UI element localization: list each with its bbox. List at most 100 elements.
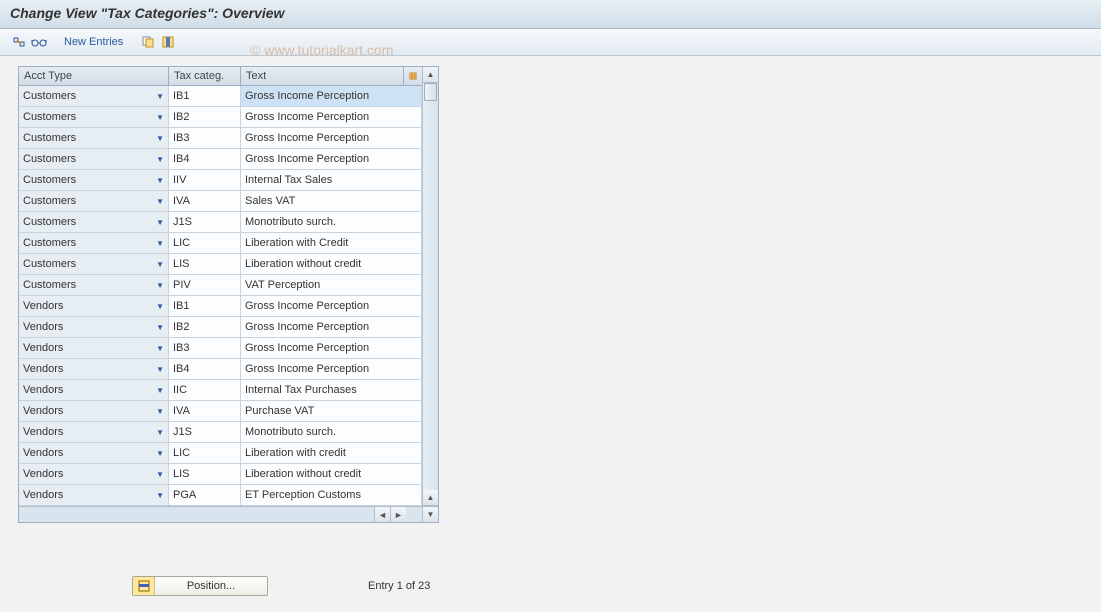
- chevron-down-icon[interactable]: ▼: [156, 323, 164, 332]
- tax-categ-cell[interactable]: PGA: [169, 485, 241, 505]
- acct-type-cell[interactable]: Vendors▼: [19, 338, 169, 358]
- toggle-icon[interactable]: [10, 33, 28, 51]
- table-row[interactable]: Customers▼LISLiberation without credit: [19, 254, 422, 275]
- col-header-text[interactable]: Text: [241, 67, 404, 85]
- chevron-down-icon[interactable]: ▼: [156, 365, 164, 374]
- text-cell[interactable]: Monotributo surch.: [241, 212, 422, 232]
- table-row[interactable]: Customers▼PIVVAT Perception: [19, 275, 422, 296]
- text-cell[interactable]: Liberation without credit: [241, 254, 422, 274]
- acct-type-cell[interactable]: Customers▼: [19, 275, 169, 295]
- scroll-left-icon[interactable]: ◄: [374, 507, 390, 522]
- chevron-down-icon[interactable]: ▼: [156, 155, 164, 164]
- chevron-down-icon[interactable]: ▼: [156, 386, 164, 395]
- chevron-down-icon[interactable]: ▼: [156, 449, 164, 458]
- text-cell[interactable]: Internal Tax Purchases: [241, 380, 422, 400]
- tax-categ-cell[interactable]: IB3: [169, 128, 241, 148]
- chevron-down-icon[interactable]: ▼: [156, 470, 164, 479]
- acct-type-cell[interactable]: Customers▼: [19, 170, 169, 190]
- position-button[interactable]: Position...: [132, 576, 268, 596]
- tax-categ-cell[interactable]: LIS: [169, 254, 241, 274]
- table-row[interactable]: Customers▼IB2Gross Income Perception: [19, 107, 422, 128]
- text-cell[interactable]: Internal Tax Sales: [241, 170, 422, 190]
- table-row[interactable]: Vendors▼J1SMonotributo surch.: [19, 422, 422, 443]
- acct-type-cell[interactable]: Vendors▼: [19, 464, 169, 484]
- text-cell[interactable]: Gross Income Perception: [241, 107, 422, 127]
- acct-type-cell[interactable]: Vendors▼: [19, 485, 169, 505]
- chevron-down-icon[interactable]: ▼: [156, 134, 164, 143]
- tax-categ-cell[interactable]: IVA: [169, 401, 241, 421]
- tax-categ-cell[interactable]: IB1: [169, 296, 241, 316]
- acct-type-cell[interactable]: Customers▼: [19, 128, 169, 148]
- acct-type-cell[interactable]: Customers▼: [19, 233, 169, 253]
- acct-type-cell[interactable]: Customers▼: [19, 191, 169, 211]
- tax-categ-cell[interactable]: J1S: [169, 422, 241, 442]
- chevron-down-icon[interactable]: ▼: [156, 428, 164, 437]
- copy-icon[interactable]: [139, 33, 157, 51]
- configure-columns-icon[interactable]: [404, 67, 422, 85]
- table-row[interactable]: Customers▼J1SMonotributo surch.: [19, 212, 422, 233]
- tax-categ-cell[interactable]: LIS: [169, 464, 241, 484]
- acct-type-cell[interactable]: Customers▼: [19, 86, 169, 106]
- chevron-down-icon[interactable]: ▼: [156, 260, 164, 269]
- text-cell[interactable]: Gross Income Perception: [241, 296, 422, 316]
- chevron-down-icon[interactable]: ▼: [156, 407, 164, 416]
- text-cell[interactable]: Liberation with Credit: [241, 233, 422, 253]
- tax-categ-cell[interactable]: LIC: [169, 233, 241, 253]
- chevron-down-icon[interactable]: ▼: [156, 491, 164, 500]
- table-row[interactable]: Vendors▼PGAET Perception Customs: [19, 485, 422, 506]
- tax-categ-cell[interactable]: LIC: [169, 443, 241, 463]
- tax-categ-cell[interactable]: IIC: [169, 380, 241, 400]
- table-row[interactable]: Vendors▼IVAPurchase VAT: [19, 401, 422, 422]
- glasses-icon[interactable]: [30, 33, 48, 51]
- text-cell[interactable]: Gross Income Perception: [241, 149, 422, 169]
- scroll-up-icon[interactable]: ▲: [423, 67, 438, 83]
- table-row[interactable]: Vendors▼IB4Gross Income Perception: [19, 359, 422, 380]
- tax-categ-cell[interactable]: IIV: [169, 170, 241, 190]
- acct-type-cell[interactable]: Customers▼: [19, 107, 169, 127]
- chevron-down-icon[interactable]: ▼: [156, 113, 164, 122]
- scroll-thumb[interactable]: [424, 83, 437, 101]
- table-row[interactable]: Vendors▼LICLiberation with credit: [19, 443, 422, 464]
- tax-categ-cell[interactable]: IB4: [169, 359, 241, 379]
- text-cell[interactable]: VAT Perception: [241, 275, 422, 295]
- text-cell[interactable]: Gross Income Perception: [241, 338, 422, 358]
- tax-categ-cell[interactable]: PIV: [169, 275, 241, 295]
- table-row[interactable]: Vendors▼IICInternal Tax Purchases: [19, 380, 422, 401]
- acct-type-cell[interactable]: Vendors▼: [19, 443, 169, 463]
- col-header-acct-type[interactable]: Acct Type: [19, 67, 169, 85]
- acct-type-cell[interactable]: Vendors▼: [19, 296, 169, 316]
- text-cell[interactable]: Gross Income Perception: [241, 86, 422, 106]
- tax-categ-cell[interactable]: IB3: [169, 338, 241, 358]
- table-row[interactable]: Customers▼IB3Gross Income Perception: [19, 128, 422, 149]
- text-cell[interactable]: Liberation without credit: [241, 464, 422, 484]
- chevron-down-icon[interactable]: ▼: [156, 281, 164, 290]
- table-row[interactable]: Customers▼IVASales VAT: [19, 191, 422, 212]
- chevron-down-icon[interactable]: ▼: [156, 92, 164, 101]
- tax-categ-cell[interactable]: J1S: [169, 212, 241, 232]
- scroll-up-page-icon[interactable]: ▲: [423, 490, 438, 506]
- text-cell[interactable]: Sales VAT: [241, 191, 422, 211]
- chevron-down-icon[interactable]: ▼: [156, 344, 164, 353]
- text-cell[interactable]: Liberation with credit: [241, 443, 422, 463]
- chevron-down-icon[interactable]: ▼: [156, 176, 164, 185]
- acct-type-cell[interactable]: Vendors▼: [19, 317, 169, 337]
- table-row[interactable]: Customers▼IB1Gross Income Perception: [19, 86, 422, 107]
- vertical-scrollbar[interactable]: ▲ ▲ ▼: [422, 67, 438, 522]
- text-cell[interactable]: Purchase VAT: [241, 401, 422, 421]
- table-row[interactable]: Vendors▼IB3Gross Income Perception: [19, 338, 422, 359]
- chevron-down-icon[interactable]: ▼: [156, 302, 164, 311]
- acct-type-cell[interactable]: Customers▼: [19, 149, 169, 169]
- tax-categ-cell[interactable]: IB2: [169, 107, 241, 127]
- table-row[interactable]: Customers▼IIVInternal Tax Sales: [19, 170, 422, 191]
- acct-type-cell[interactable]: Vendors▼: [19, 401, 169, 421]
- acct-type-cell[interactable]: Vendors▼: [19, 359, 169, 379]
- chevron-down-icon[interactable]: ▼: [156, 239, 164, 248]
- table-row[interactable]: Customers▼LICLiberation with Credit: [19, 233, 422, 254]
- table-row[interactable]: Vendors▼IB2Gross Income Perception: [19, 317, 422, 338]
- text-cell[interactable]: Gross Income Perception: [241, 128, 422, 148]
- acct-type-cell[interactable]: Vendors▼: [19, 380, 169, 400]
- delimit-icon[interactable]: [159, 33, 177, 51]
- tax-categ-cell[interactable]: IVA: [169, 191, 241, 211]
- tax-categ-cell[interactable]: IB1: [169, 86, 241, 106]
- new-entries-button[interactable]: New Entries: [58, 36, 129, 48]
